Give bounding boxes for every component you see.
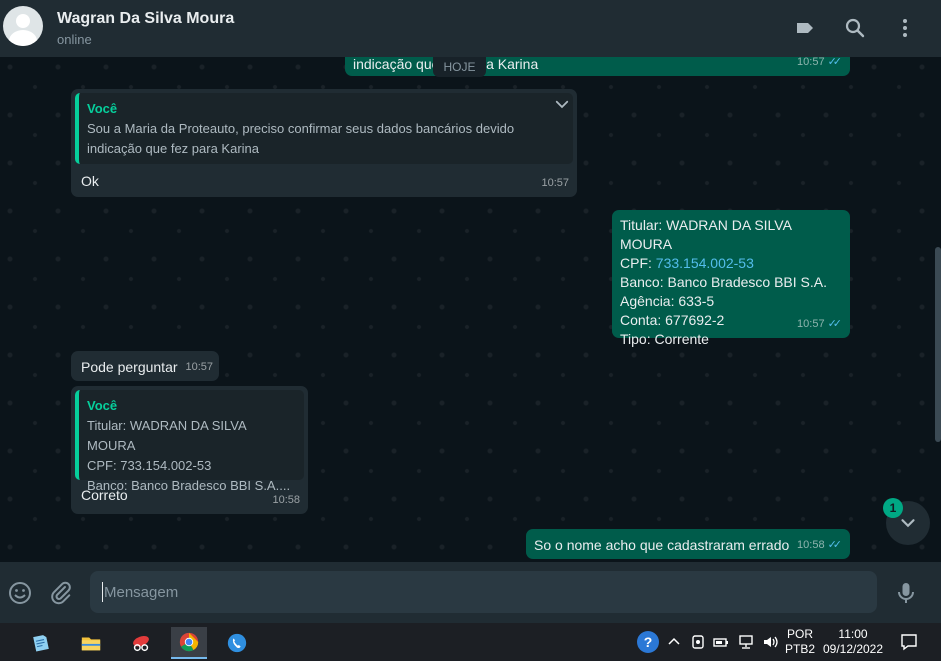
message-meta: 10:57 ✓✓: [797, 315, 842, 334]
contact-name[interactable]: Wagran Da Silva Moura: [57, 10, 234, 28]
unread-count-badge: 1: [883, 498, 903, 518]
quoted-message[interactable]: Você Sou a Maria da Proteauto, preciso c…: [75, 93, 573, 164]
message-line: Agência: 633-5: [620, 293, 715, 309]
message-time: 10:57: [797, 318, 825, 330]
message-text: So o nome acho que cadastraram errado: [534, 537, 790, 553]
avatar[interactable]: [3, 6, 43, 46]
avatar-head-shape: [16, 14, 30, 28]
input-language-indicator[interactable]: POR PTB2: [783, 627, 817, 657]
cpf-label: CPF:: [620, 255, 656, 271]
quoted-message[interactable]: Você Titular: WADRAN DA SILVA MOURA CPF:…: [75, 390, 304, 493]
network-icon[interactable]: [737, 633, 755, 651]
read-ticks-icon: ✓✓: [827, 318, 843, 330]
message-input[interactable]: [90, 571, 877, 613]
message-bubble-outgoing[interactable]: Titular: WADRAN DA SILVA MOURA CPF: 733.…: [612, 210, 850, 347]
contact-status: online: [57, 32, 92, 47]
taskbar-softphone-icon[interactable]: [219, 627, 255, 659]
message-bubble-incoming[interactable]: Pode perguntar 10:57: [71, 351, 219, 381]
text-caret: [102, 582, 103, 602]
message-meta: 10:57: [185, 358, 213, 377]
quote-text-line: indicação que fez para Karina: [87, 141, 260, 156]
emoji-icon[interactable]: [7, 580, 33, 606]
battery-icon[interactable]: [712, 633, 730, 651]
message-time: 10:58: [272, 494, 300, 506]
message-text: Ok: [81, 173, 99, 189]
taskbar-clock[interactable]: 11:00 09/12/2022: [819, 627, 887, 657]
message-bubble-outgoing[interactable]: So o nome acho que cadastraram errado 10…: [526, 529, 850, 559]
language-code: POR: [786, 627, 813, 641]
quote-text-line: Titular: WADRAN DA SILVA MOURA: [87, 418, 246, 453]
message-line: Titular: WADRAN DA SILVA MOURA: [620, 217, 792, 252]
attach-clip-icon[interactable]: [48, 580, 74, 606]
chevron-down-icon[interactable]: [553, 95, 571, 113]
tray-chevron-up-icon[interactable]: [665, 633, 683, 651]
quote-text-line: Sou a Maria da Proteauto, preciso confir…: [87, 121, 515, 136]
taskbar-chrome-icon[interactable]: [171, 627, 207, 659]
keyboard-layout: PTB2: [784, 642, 815, 656]
message-list[interactable]: indicação que fez para Karina 10:57 ✓✓ H…: [0, 57, 941, 562]
read-ticks-icon: ✓✓: [827, 539, 843, 551]
quote-author: Você: [87, 398, 118, 413]
date-divider: HOJE: [433, 57, 486, 77]
volume-icon[interactable]: [761, 633, 779, 651]
clock-date: 09/12/2022: [822, 642, 884, 656]
message-bubble-outgoing[interactable]: indicação que fez para Karina 10:57 ✓✓: [345, 57, 850, 76]
search-icon[interactable]: [843, 16, 867, 40]
message-time: 10:58: [797, 539, 825, 551]
tray-security-icon[interactable]: [689, 633, 707, 651]
message-time: 10:57: [797, 57, 825, 68]
quote-text-line: CPF: 733.154.002-53: [87, 458, 212, 473]
windows-taskbar: ? POR PTB2 11:00 09/12/2022: [0, 623, 941, 661]
message-meta: 10:58: [272, 491, 300, 510]
help-question-icon[interactable]: ?: [637, 631, 659, 653]
message-text: indicação que fez para Karina: [353, 57, 539, 72]
avatar-body-shape: [9, 30, 37, 46]
message-meta: 10:58 ✓✓: [797, 536, 842, 555]
message-line: Banco: Banco Bradesco BBI S.A.: [620, 274, 828, 290]
message-bubble-incoming[interactable]: Você Titular: WADRAN DA SILVA MOURA CPF:…: [71, 386, 308, 514]
taskbar-file-explorer-icon[interactable]: [73, 627, 109, 659]
cpf-phone-link[interactable]: 733.154.002-53: [656, 255, 754, 271]
more-vertical-icon[interactable]: [893, 16, 917, 40]
message-bubble-incoming[interactable]: Você Sou a Maria da Proteauto, preciso c…: [71, 89, 577, 197]
message-time: 10:57: [541, 177, 569, 189]
microphone-icon[interactable]: [893, 580, 919, 606]
clock-time: 11:00: [838, 627, 868, 641]
taskbar-notes-app-icon[interactable]: [23, 627, 59, 659]
message-input-container[interactable]: [90, 571, 877, 613]
chevron-down-icon: [901, 519, 915, 528]
chat-scrollbar[interactable]: [935, 247, 941, 442]
notifications-icon[interactable]: [899, 632, 919, 652]
taskbar-snipping-tool-icon[interactable]: [123, 627, 159, 659]
message-meta: 10:57: [541, 174, 569, 193]
composer-bar: [0, 562, 941, 623]
label-icon[interactable]: [793, 16, 817, 40]
message-line: CPF: 733.154.002-53: [620, 254, 842, 273]
chat-header[interactable]: Wagran Da Silva Moura online: [0, 0, 941, 57]
message-time: 10:57: [185, 361, 213, 373]
message-meta: 10:57 ✓✓: [797, 57, 842, 72]
quote-author: Você: [87, 101, 118, 116]
read-ticks-icon: ✓✓: [827, 57, 843, 68]
